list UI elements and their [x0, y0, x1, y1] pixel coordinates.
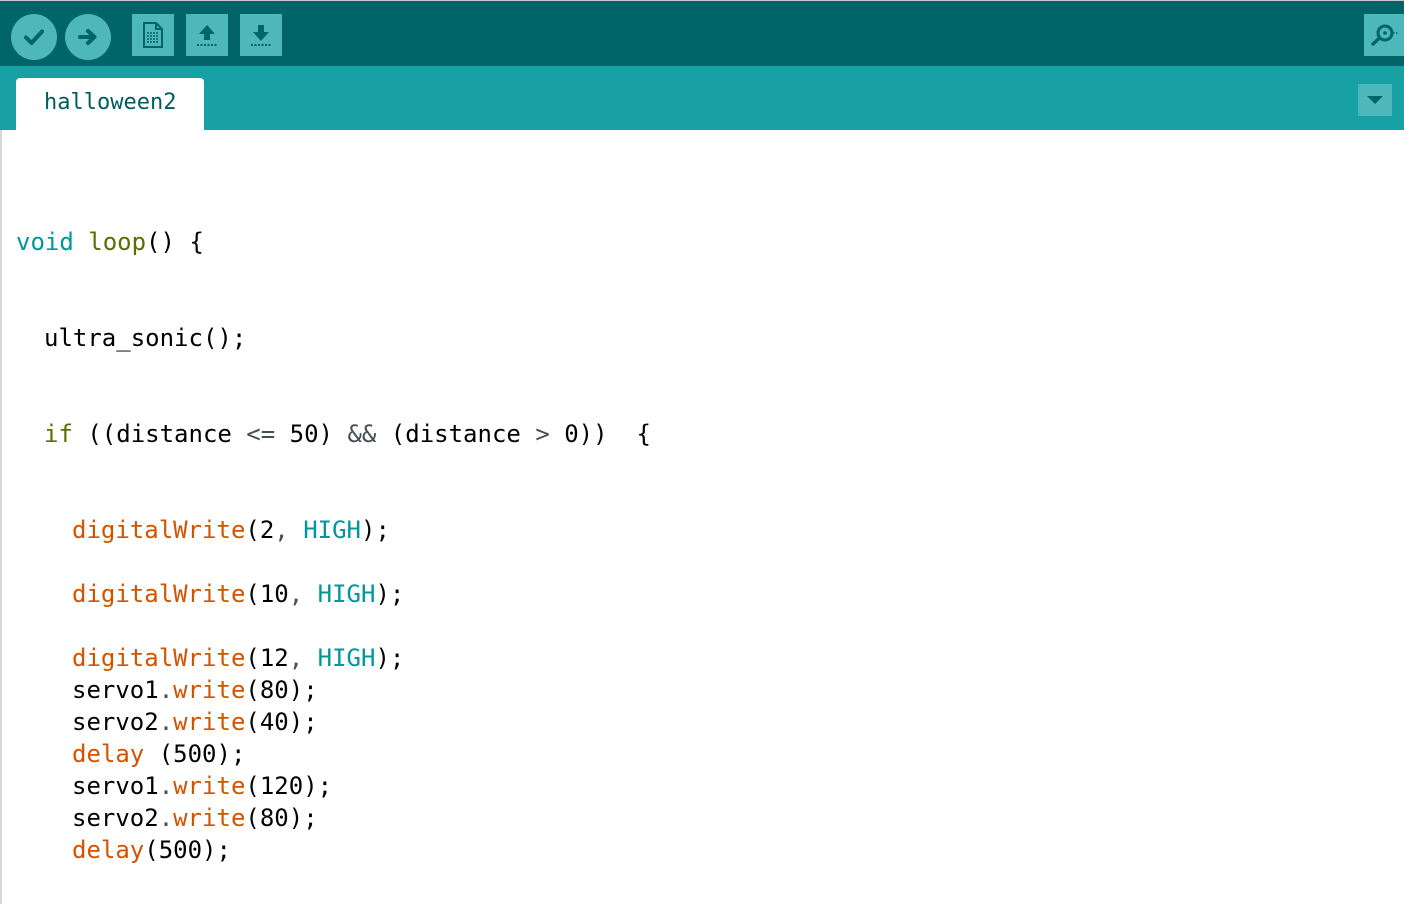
code-token: write [173, 708, 246, 736]
triangle-down-icon [1367, 96, 1383, 104]
toolbar [0, 0, 1404, 66]
open-button[interactable] [186, 14, 228, 56]
code-token: (80); [245, 676, 318, 704]
code-token: HIGH [317, 580, 376, 608]
code-token: (40); [245, 708, 318, 736]
code-token: write [173, 772, 246, 800]
code-token: if [44, 420, 73, 448]
code-token: HIGH [303, 516, 361, 544]
tab-label: halloween2 [44, 90, 177, 115]
code-token: 0)) { [549, 420, 651, 448]
code-line: delay(500); [72, 834, 231, 866]
code-token: servo2 [72, 708, 159, 736]
serial-monitor-button[interactable] [1364, 14, 1404, 56]
code-token: . [158, 708, 174, 736]
upload-button[interactable] [65, 14, 111, 60]
checkmark-icon [24, 29, 44, 45]
code-token: . [158, 772, 174, 800]
code-token: void [16, 228, 74, 256]
tab-halloween2[interactable]: halloween2 [16, 78, 204, 130]
code-token: (120); [245, 772, 333, 800]
open-arrow-up-icon [197, 25, 217, 46]
code-token: servo2 [72, 804, 159, 832]
verify-button[interactable] [11, 14, 57, 60]
code-token: (2 [245, 516, 275, 544]
code-token: , [288, 644, 304, 672]
code-token: ((distance [72, 420, 247, 448]
code-editor[interactable]: void loop() { ultra_sonic();if ((distance… [0, 130, 1404, 904]
code-line: digitalWrite(2, HIGH); [72, 514, 390, 546]
code-token: servo1 [72, 676, 159, 704]
code-line: delay (500); [72, 738, 245, 770]
code-token: delay [72, 836, 145, 864]
code-line: digitalWrite(10, HIGH); [72, 578, 404, 610]
code-line: void loop() { [16, 226, 204, 258]
code-token: digitalWrite [72, 516, 246, 544]
code-token: ); [375, 580, 405, 608]
code-token: loop [88, 228, 147, 256]
code-token: (10 [245, 580, 289, 608]
code-token: . [158, 676, 174, 704]
code-token: ); [375, 644, 405, 672]
magnifier-icon [1371, 24, 1398, 46]
save-button[interactable] [240, 14, 282, 56]
code-line: ultra_sonic(); [44, 322, 246, 354]
code-token: && [347, 420, 377, 448]
tab-menu-button[interactable] [1358, 84, 1392, 116]
code-token: ); [361, 516, 390, 544]
code-line: servo2.write(40); [72, 706, 318, 738]
code-line: servo1.write(120); [72, 770, 332, 802]
arrow-right-icon [78, 29, 97, 45]
code-token: , [288, 580, 304, 608]
code-token: digitalWrite [72, 580, 246, 608]
code-token: digitalWrite [72, 644, 246, 672]
code-token: write [173, 804, 246, 832]
code-token: (distance [376, 420, 536, 448]
code-token: () { [146, 228, 204, 256]
code-token: (12 [245, 644, 289, 672]
new-document-icon [143, 22, 163, 48]
save-arrow-down-icon [251, 25, 271, 46]
tab-bar: halloween2 [0, 66, 1404, 130]
code-token: ultra_sonic(); [44, 324, 247, 352]
code-token: , [274, 516, 289, 544]
code-token: delay [72, 740, 145, 768]
code-token: write [173, 676, 246, 704]
code-line: servo1.write(80); [72, 674, 318, 706]
code-token: > [535, 420, 550, 448]
new-button[interactable] [132, 14, 174, 56]
code-token: <= [246, 420, 276, 448]
code-token: HIGH [317, 644, 376, 672]
code-line: if ((distance <= 50) && (distance > 0)) … [44, 418, 651, 450]
code-token: (500); [144, 836, 231, 864]
code-token: (500); [144, 740, 246, 768]
code-token: 50) [275, 420, 348, 448]
code-line: servo2.write(80); [72, 802, 318, 834]
code-line: digitalWrite(12, HIGH); [72, 642, 404, 674]
code-token: . [158, 804, 174, 832]
code-token: servo1 [72, 772, 159, 800]
code-token: (80); [245, 804, 318, 832]
